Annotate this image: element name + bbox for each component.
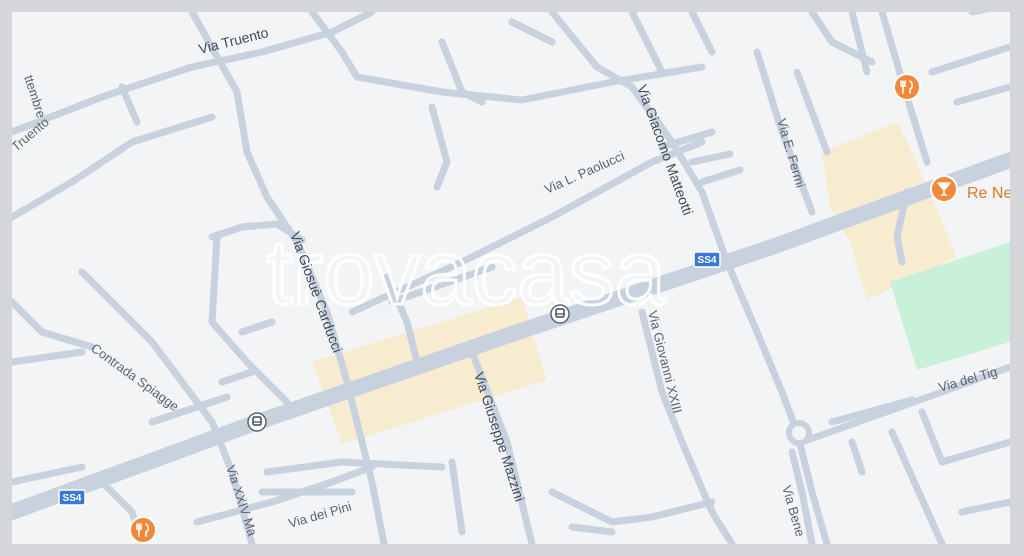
street-label-settembre: ttembre	[21, 73, 49, 120]
restaurant-icon[interactable]	[129, 516, 157, 544]
street-label-via-xxiv: Via XXIV Ma	[223, 463, 260, 538]
restaurant-icon[interactable]	[893, 73, 921, 101]
street-label-via-paolucci: Via L. Paolucci	[542, 148, 627, 197]
svg-text:SS4: SS4	[698, 255, 717, 266]
street-label-via-fermi: Via E. Fermi	[774, 117, 808, 190]
street-label-via-del-tiglio: Via del Tig	[937, 364, 999, 395]
bus-stop-icon[interactable]	[247, 412, 267, 432]
street-label-via-dei-pini: Via dei Pini	[287, 499, 354, 531]
street-label-contrada-spiagge: Contrada Spiagge	[88, 340, 182, 414]
map-view[interactable]: trovacasa Via Truento Truento ttembre Vi…	[12, 12, 1010, 544]
bus-stop-icon[interactable]	[550, 304, 570, 324]
route-shield-ss4-east: SS4	[693, 251, 721, 268]
street-label-truento-left: Truento	[12, 114, 52, 154]
map-canvas[interactable]: trovacasa Via Truento Truento ttembre Vi…	[12, 12, 1010, 544]
cocktail-bar-icon[interactable]	[930, 175, 958, 203]
svg-text:SS4: SS4	[63, 493, 82, 504]
roundabout	[786, 420, 812, 446]
poi-label-re-ne[interactable]: Re Ne	[967, 185, 1010, 202]
route-shield-ss4-west: SS4	[58, 489, 86, 506]
